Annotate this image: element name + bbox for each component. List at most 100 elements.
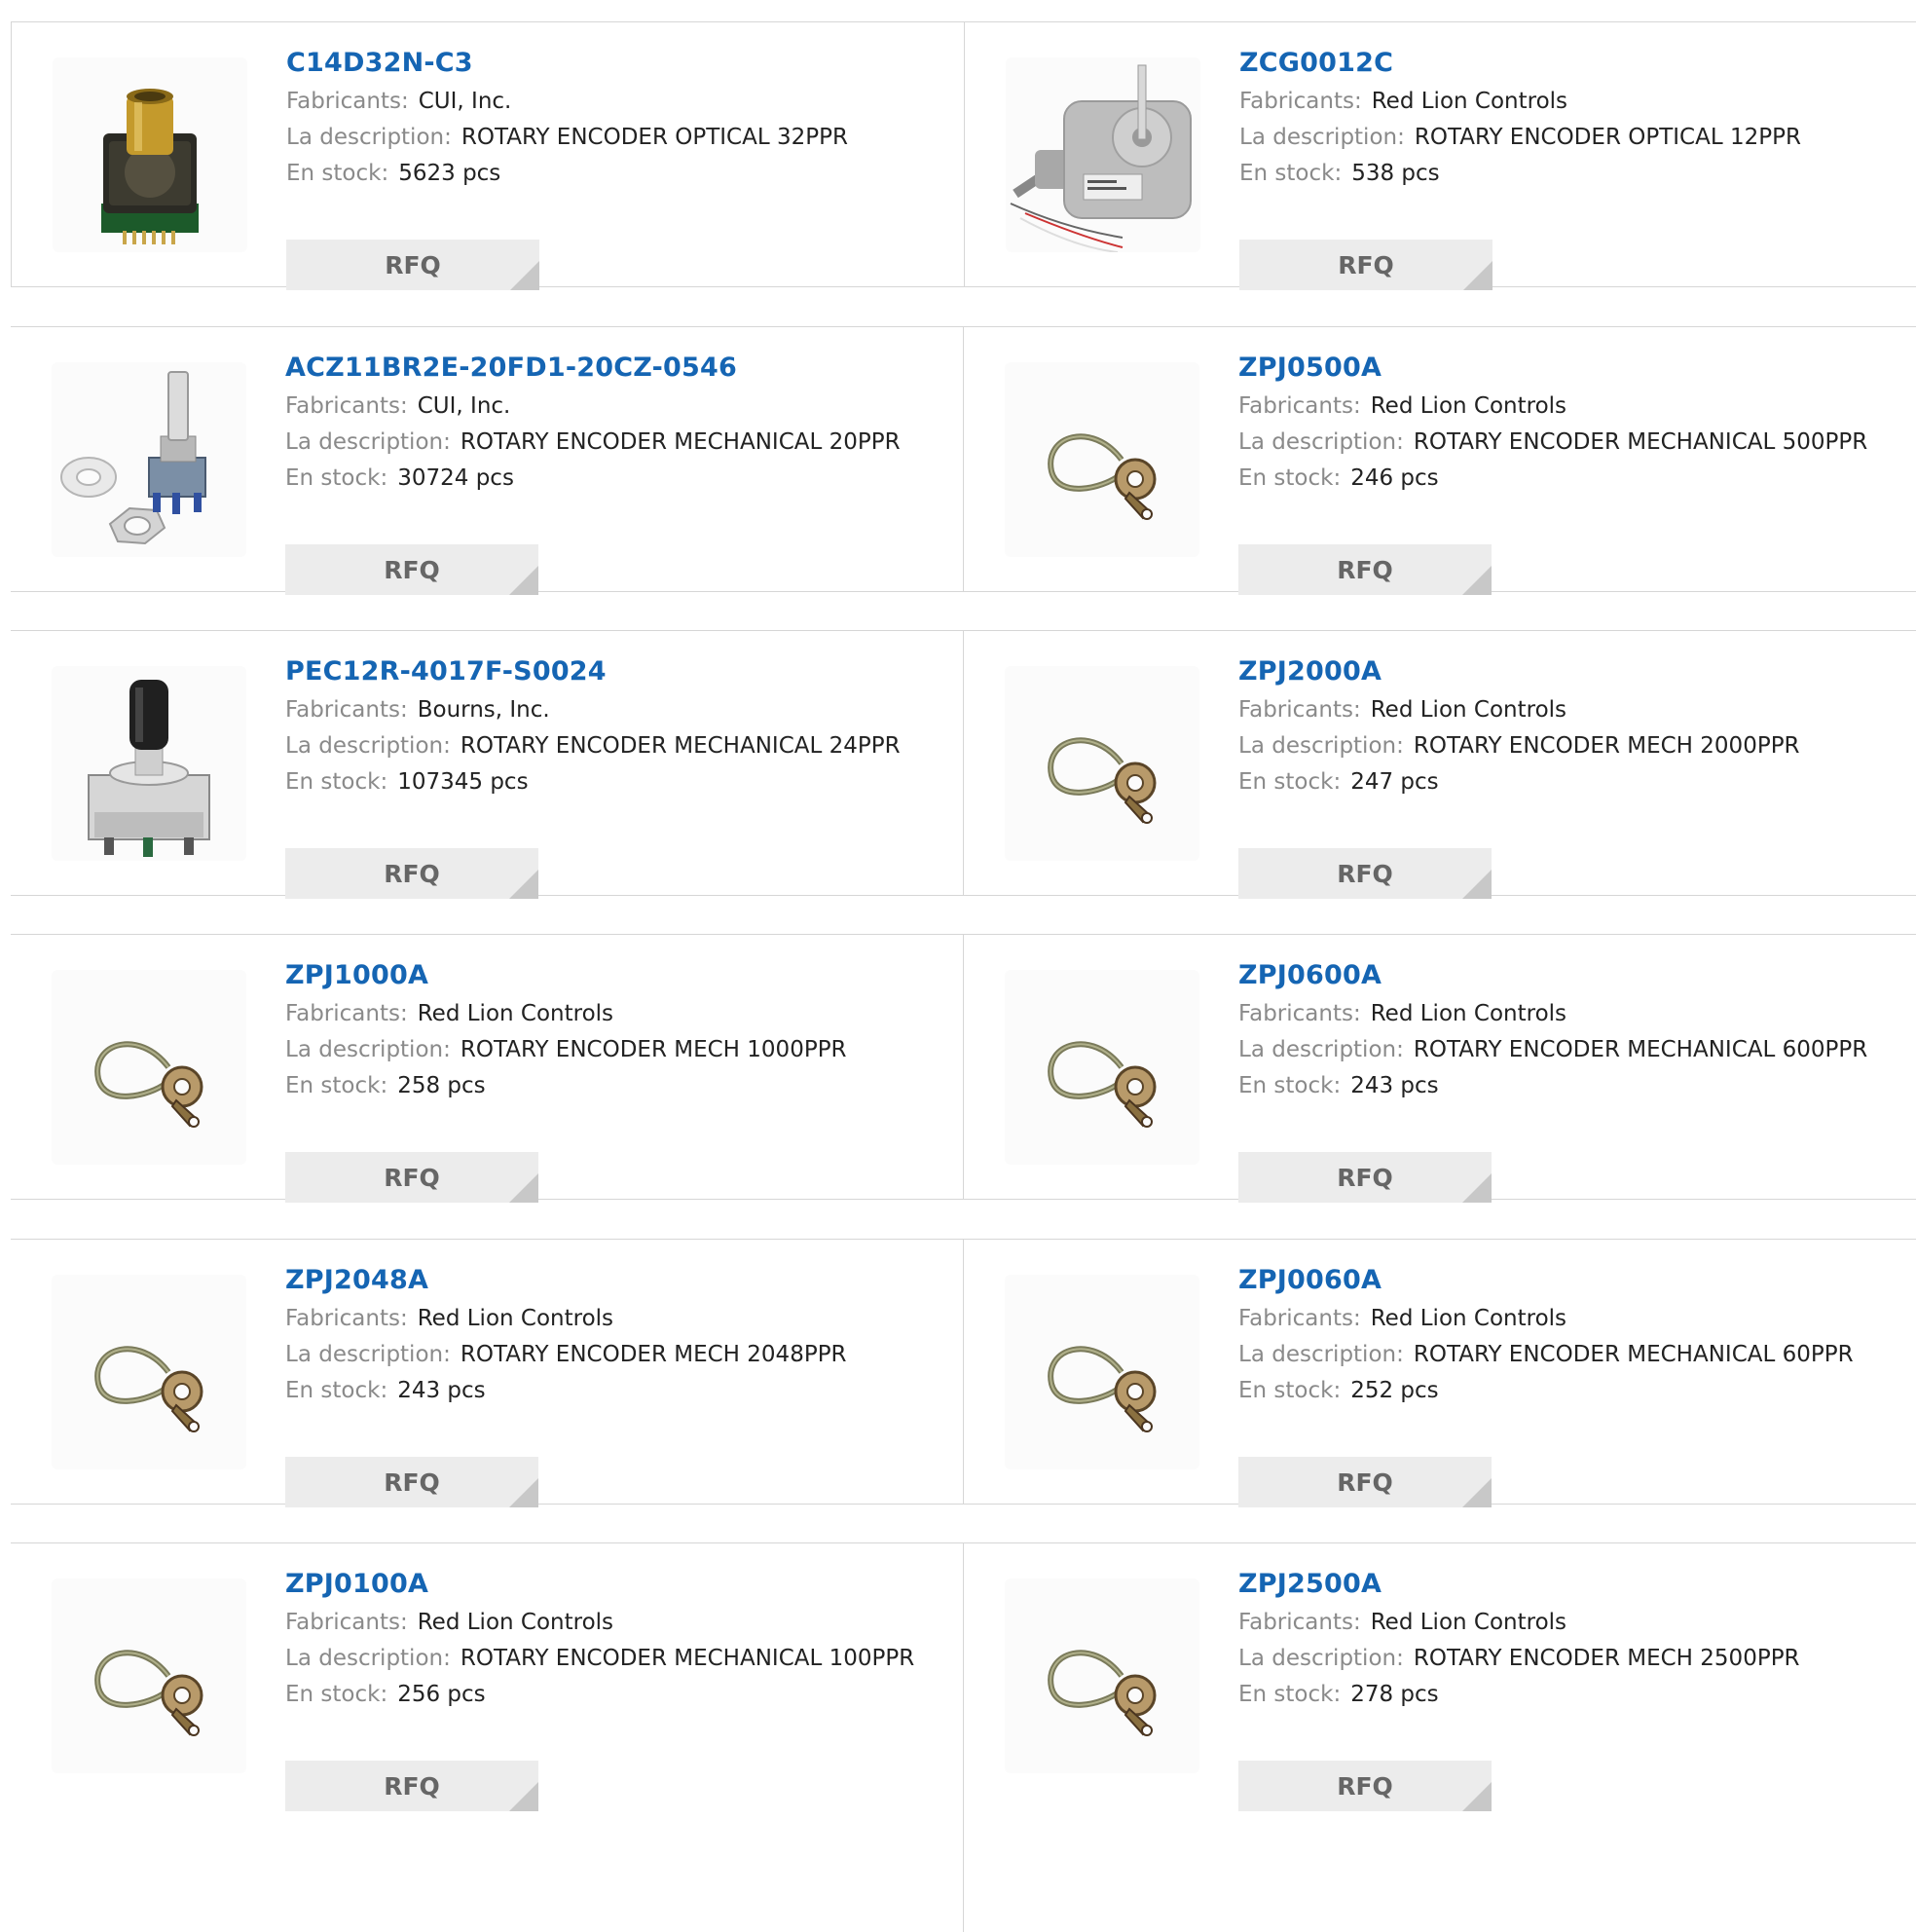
stock-line: En stock: 258 pcs (285, 1075, 943, 1111)
description-label: La description: (1238, 1342, 1404, 1367)
stock-label: En stock: (285, 1682, 388, 1707)
manufacturer-label: Fabricants: (285, 393, 408, 419)
description-label: La description: (286, 125, 452, 150)
manufacturer-value: Red Lion Controls (417, 1306, 614, 1331)
manufacturer-label: Fabricants: (1238, 697, 1361, 723)
description-line: La description: ROTARY ENCODER OPTICAL 12… (1239, 127, 1898, 163)
description-label: La description: (1238, 429, 1404, 455)
stock-label: En stock: (286, 161, 389, 186)
corner-triangle-icon (1462, 1173, 1492, 1203)
stock-label: En stock: (285, 1073, 388, 1098)
description-line: La description: ROTARY ENCODER MECHANICAL… (285, 431, 943, 467)
manufacturer-label: Fabricants: (285, 1001, 408, 1026)
stock-value: 256 pcs (397, 1682, 486, 1707)
description-value: ROTARY ENCODER OPTICAL 12PPR (1414, 125, 1801, 150)
product-info: ZPJ0100A Fabricants: Red Lion Controls La d… (285, 1571, 943, 1811)
product-info: ZPJ0600A Fabricants: Red Lion Controls La d… (1238, 962, 1897, 1203)
product-card: PEC12R-4017F-S0024 Fabricants: Bourns, Inc… (11, 631, 964, 899)
corner-triangle-icon (510, 261, 539, 290)
stock-label: En stock: (1238, 1073, 1342, 1098)
manufacturer-line: Fabricants: Red Lion Controls (1239, 91, 1898, 127)
manufacturer-label: Fabricants: (1238, 1306, 1361, 1331)
product-info: ZPJ2500A Fabricants: Red Lion Controls La d… (1238, 1571, 1897, 1811)
description-label: La description: (285, 1342, 451, 1367)
manufacturer-label: Fabricants: (285, 697, 408, 723)
part-number-link[interactable]: PEC12R-4017F-S0024 (285, 658, 943, 685)
part-number-link[interactable]: ZPJ1000A (285, 962, 943, 988)
description-value: ROTARY ENCODER MECH 2500PPR (1413, 1646, 1800, 1671)
stock-label: En stock: (1238, 769, 1342, 795)
product-info: C14D32N-C3 Fabricants: CUI, Inc. La descrip… (286, 50, 944, 290)
stock-line: En stock: 243 pcs (1238, 1075, 1897, 1111)
manufacturer-line: Fabricants: CUI, Inc. (286, 91, 944, 127)
description-value: ROTARY ENCODER MECH 1000PPR (460, 1037, 847, 1062)
rfq-label: RFQ (384, 1468, 440, 1497)
stock-line: En stock: 256 pcs (285, 1684, 943, 1720)
part-number-link[interactable]: ZPJ2048A (285, 1267, 943, 1293)
part-number-link[interactable]: ZPJ0060A (1238, 1267, 1897, 1293)
product-card: ZCG0012C Fabricants: Red Lion Controls La d… (965, 22, 1916, 290)
stock-label: En stock: (1238, 1682, 1342, 1707)
manufacturer-line: Fabricants: Bourns, Inc. (285, 699, 943, 735)
product-row: ACZ11BR2E-20FD1-20CZ-0546 Fabricants: CUI,… (11, 326, 1916, 595)
part-number-link[interactable]: ZPJ2500A (1238, 1571, 1897, 1597)
rfq-button[interactable]: RFQ (285, 1761, 538, 1811)
part-number-link[interactable]: ZCG0012C (1239, 50, 1898, 76)
stock-value: 538 pcs (1351, 161, 1440, 186)
part-number-link[interactable]: C14D32N-C3 (286, 50, 944, 76)
rfq-button[interactable]: RFQ (1239, 240, 1492, 290)
product-card: ZPJ0500A Fabricants: Red Lion Controls La d… (964, 327, 1916, 595)
product-grid: C14D32N-C3 Fabricants: CUI, Inc. La descrip… (0, 0, 1916, 1932)
stock-label: En stock: (1238, 465, 1342, 491)
rfq-button[interactable]: RFQ (285, 1152, 538, 1203)
product-card: ZPJ0600A Fabricants: Red Lion Controls La d… (964, 935, 1916, 1203)
corner-triangle-icon (509, 566, 538, 595)
rfq-button[interactable]: RFQ (1238, 544, 1492, 595)
manufacturer-label: Fabricants: (1238, 393, 1361, 419)
description-label: La description: (1239, 125, 1405, 150)
rfq-button[interactable]: RFQ (1238, 848, 1492, 899)
part-number-link[interactable]: ACZ11BR2E-20FD1-20CZ-0546 (285, 354, 943, 381)
part-number-link[interactable]: ZPJ0600A (1238, 962, 1897, 988)
description-label: La description: (285, 1037, 451, 1062)
rfq-label: RFQ (1337, 1468, 1393, 1497)
stock-value: 246 pcs (1350, 465, 1439, 491)
rfq-button[interactable]: RFQ (1238, 1761, 1492, 1811)
rfq-button[interactable]: RFQ (1238, 1152, 1492, 1203)
panel-encoder-brass-icon (53, 57, 247, 252)
description-value: ROTARY ENCODER MECHANICAL 60PPR (1413, 1342, 1854, 1367)
product-info: ZPJ0060A Fabricants: Red Lion Controls La d… (1238, 1267, 1897, 1507)
rfq-button[interactable]: RFQ (285, 848, 538, 899)
product-card: ZPJ2048A Fabricants: Red Lion Controls La d… (11, 1240, 964, 1507)
rfq-button[interactable]: RFQ (1238, 1457, 1492, 1507)
manufacturer-line: Fabricants: Red Lion Controls (1238, 1612, 1897, 1648)
part-number-link[interactable]: ZPJ0500A (1238, 354, 1897, 381)
stock-line: En stock: 30724 pcs (285, 467, 943, 503)
stock-value: 5623 pcs (398, 161, 501, 186)
manufacturer-line: Fabricants: Red Lion Controls (1238, 395, 1897, 431)
rfq-button[interactable]: RFQ (285, 544, 538, 595)
part-number-link[interactable]: ZPJ2000A (1238, 658, 1897, 685)
rfq-label: RFQ (1338, 250, 1394, 279)
manufacturer-line: Fabricants: Red Lion Controls (1238, 699, 1897, 735)
part-number-link[interactable]: ZPJ0100A (285, 1571, 943, 1597)
description-line: La description: ROTARY ENCODER MECH 1000P… (285, 1039, 943, 1075)
knob-encoder-icon (52, 666, 246, 861)
rfq-button[interactable]: RFQ (286, 240, 539, 290)
manufacturer-line: Fabricants: Red Lion Controls (285, 1308, 943, 1344)
manufacturer-value: Red Lion Controls (1370, 1306, 1567, 1331)
product-card: ZPJ0100A Fabricants: Red Lion Controls La d… (11, 1543, 964, 1932)
manufacturer-value: CUI, Inc. (418, 89, 512, 114)
description-value: ROTARY ENCODER MECH 2048PPR (460, 1342, 847, 1367)
product-row: ZPJ1000A Fabricants: Red Lion Controls La d… (11, 934, 1916, 1203)
product-card: ZPJ0060A Fabricants: Red Lion Controls La d… (964, 1240, 1916, 1507)
rfq-button[interactable]: RFQ (285, 1457, 538, 1507)
manufacturer-label: Fabricants: (1238, 1001, 1361, 1026)
product-info: ZPJ2000A Fabricants: Red Lion Controls La d… (1238, 658, 1897, 899)
manufacturer-label: Fabricants: (285, 1306, 408, 1331)
stock-value: 243 pcs (397, 1378, 486, 1403)
description-value: ROTARY ENCODER MECHANICAL 24PPR (460, 733, 901, 759)
description-line: La description: ROTARY ENCODER MECHANICAL… (1238, 1039, 1897, 1075)
corner-triangle-icon (1463, 261, 1492, 290)
corner-triangle-icon (1462, 870, 1492, 899)
